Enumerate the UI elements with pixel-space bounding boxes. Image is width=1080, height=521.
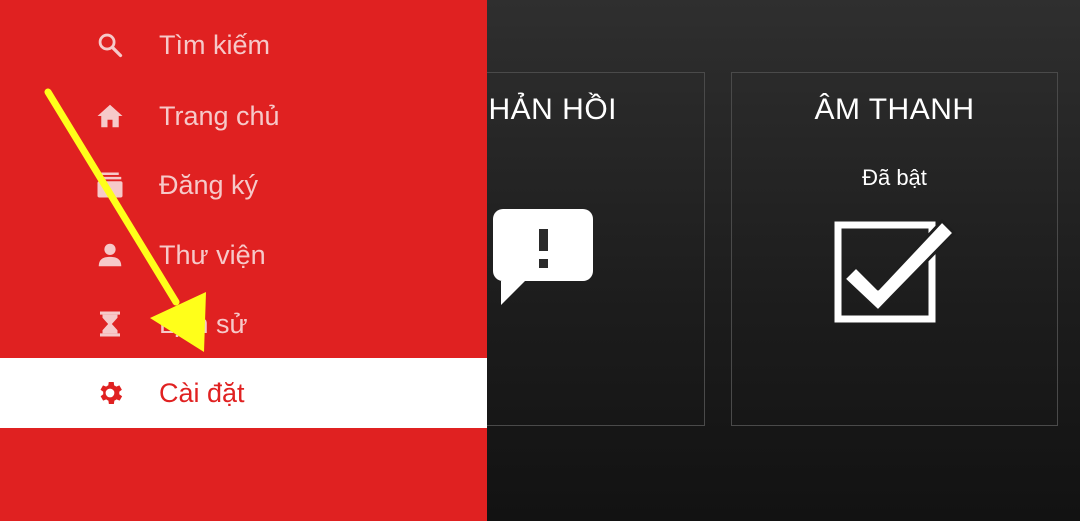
nav-item-label: Tìm kiếm <box>159 29 270 60</box>
home-icon <box>94 100 126 132</box>
nav-item-subscriptions[interactable]: Đăng ký <box>0 150 487 220</box>
person-icon <box>94 239 126 271</box>
sound-tile[interactable]: ÂM THANH Đã bật <box>731 72 1058 426</box>
sound-tile-title: ÂM THANH <box>814 93 975 126</box>
nav-item-label: Cài đặt <box>159 377 245 408</box>
feedback-tile[interactable]: HẢN HỒI <box>450 72 705 426</box>
nav-item-home[interactable]: Trang chủ <box>0 81 487 151</box>
nav-item-label: Thư viện <box>159 239 266 270</box>
nav-item-label: Đăng ký <box>159 169 259 200</box>
nav-item-label: Trang chủ <box>159 100 280 131</box>
sound-status: Đã bật <box>862 165 927 190</box>
subscriptions-icon <box>94 169 126 201</box>
nav-item-history[interactable]: Lịch sử <box>0 289 487 359</box>
gear-icon <box>94 377 126 409</box>
feedback-tile-title: HẢN HỒI <box>488 93 617 126</box>
feedback-icon <box>493 209 593 305</box>
nav-item-search[interactable]: Tìm kiếm <box>0 10 487 80</box>
checkbox-checked-icon <box>834 219 956 323</box>
navigation-drawer: Tìm kiếm Trang chủ Đăng ký Thư viện Lịch… <box>0 0 487 521</box>
hourglass-icon <box>94 308 126 340</box>
search-icon <box>94 29 126 61</box>
nav-item-settings[interactable]: Cài đặt <box>0 358 487 428</box>
nav-item-label: Lịch sử <box>159 308 248 339</box>
nav-item-library[interactable]: Thư viện <box>0 220 487 290</box>
